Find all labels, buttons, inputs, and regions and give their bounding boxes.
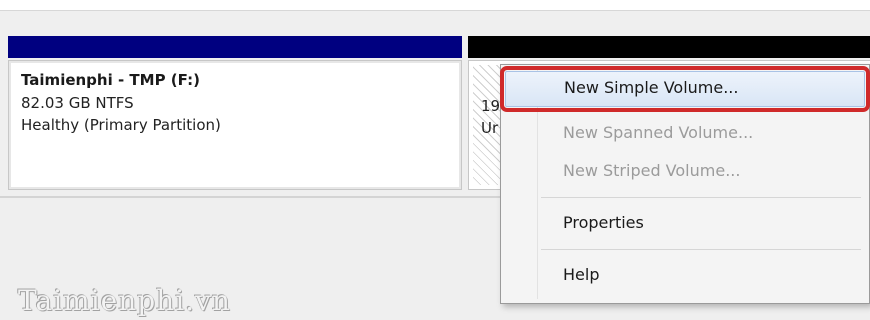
menu-item-new-simple-volume[interactable]: New Simple Volume... (500, 66, 870, 112)
menu-item-help[interactable]: Help (505, 259, 863, 291)
menu-item-properties[interactable]: Properties (505, 207, 863, 239)
menu-item-new-striped-volume[interactable]: New Striped Volume... (505, 155, 863, 187)
menu-item-new-spanned-volume[interactable]: New Spanned Volume... (505, 117, 863, 149)
context-menu: New Simple Volume... New Spanned Volume.… (500, 64, 870, 304)
menu-item-label: New Simple Volume... (564, 78, 739, 97)
unallocated-bar (468, 36, 870, 58)
menu-item-label: New Striped Volume... (563, 161, 741, 180)
menu-item-label: New Spanned Volume... (563, 123, 754, 142)
top-strip (0, 0, 870, 11)
partition-name: Taimienphi - TMP (F:) (21, 71, 200, 89)
menu-item-label: Properties (563, 213, 644, 232)
partition-status: Healthy (Primary Partition) (21, 116, 221, 134)
unallocated-type: Ur (481, 119, 499, 137)
watermark-logo: Taimienphi.vn (18, 284, 231, 317)
partition-block[interactable]: Taimienphi - TMP (F:) 82.03 GB NTFS Heal… (8, 60, 462, 190)
menu-separator (541, 249, 861, 250)
primary-partition-bar (8, 36, 462, 58)
unallocated-capacity: 19 (481, 97, 501, 115)
menu-separator (541, 197, 861, 198)
menu-item-label: Help (563, 265, 600, 284)
partition-size: 82.03 GB NTFS (21, 94, 134, 112)
